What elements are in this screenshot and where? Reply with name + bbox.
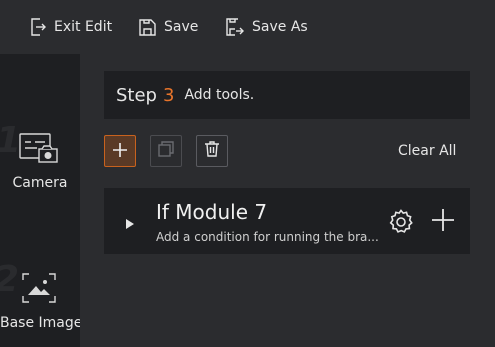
step-description: Add tools. <box>184 87 255 103</box>
step-word: Step <box>116 84 157 106</box>
clear-all-button[interactable]: Clear All <box>398 143 456 159</box>
sidebar-item-label: Base Image <box>0 315 83 331</box>
save-as-label: Save As <box>252 19 308 35</box>
module-card[interactable]: If Module 7 Add a condition for running … <box>104 188 470 254</box>
top-toolbar: Exit Edit Save Save As <box>0 0 495 54</box>
exit-edit-label: Exit Edit <box>54 19 113 35</box>
save-as-button[interactable]: Save As <box>226 14 308 40</box>
save-label: Save <box>164 19 199 35</box>
exit-edit-icon <box>30 18 46 36</box>
add-condition-icon[interactable] <box>432 209 454 235</box>
copy-tool-button[interactable] <box>150 135 182 167</box>
save-button[interactable]: Save <box>139 14 198 40</box>
step-header: Step 3 Add tools. <box>104 71 470 119</box>
exit-edit-button[interactable]: Exit Edit <box>30 14 112 40</box>
copy-icon <box>158 141 174 161</box>
sidebar-item-label: Camera <box>12 175 68 191</box>
step-number: 3 <box>162 84 175 106</box>
step-number-watermark: 2 <box>0 259 19 300</box>
plus-icon <box>113 142 127 161</box>
camera-icon <box>19 133 59 169</box>
base-image-icon <box>22 273 56 307</box>
step-number-watermark: 1 <box>0 120 21 161</box>
sidebar: 1 Camera 2 Base Image <box>0 54 83 347</box>
save-icon <box>139 18 156 36</box>
save-as-icon <box>226 18 244 36</box>
module-description: Add a condition for running the bra... <box>156 230 379 244</box>
sidebar-item-camera[interactable]: 1 Camera <box>0 54 80 199</box>
expand-arrow-icon[interactable] <box>126 214 134 233</box>
add-tool-button[interactable] <box>104 135 136 167</box>
trash-icon <box>205 141 219 161</box>
module-title: If Module 7 <box>156 200 268 224</box>
gear-icon[interactable] <box>388 209 414 239</box>
main-panel: Step 3 Add tools. Clear All If Module 7 … <box>80 54 495 347</box>
delete-tool-button[interactable] <box>196 135 228 167</box>
sidebar-item-base-image[interactable]: 2 Base Image <box>0 199 83 347</box>
